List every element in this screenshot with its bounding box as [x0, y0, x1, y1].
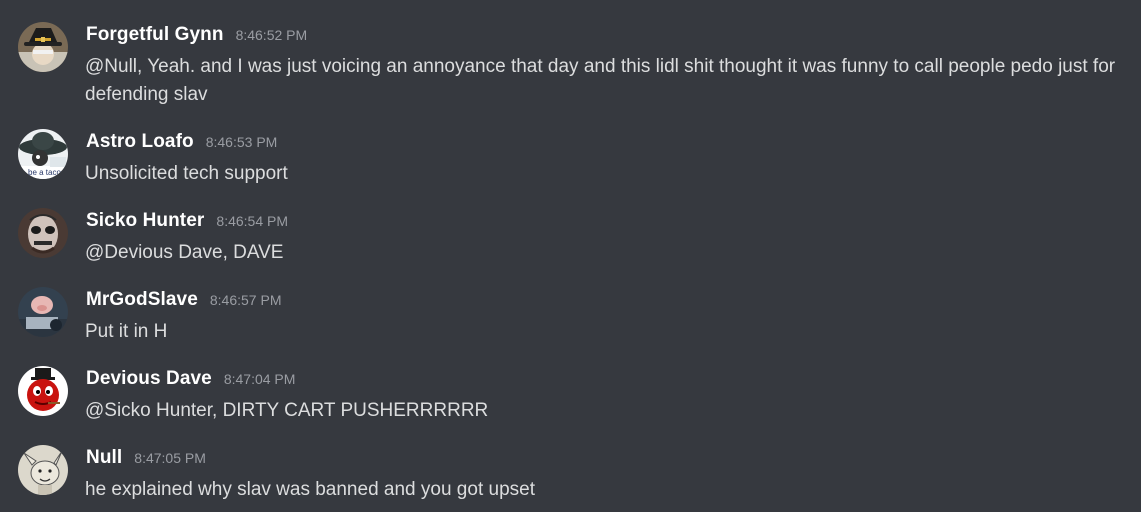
- username[interactable]: MrGodSlave: [86, 289, 198, 310]
- face-paint-avatar-icon[interactable]: [18, 208, 68, 258]
- message-text: @Devious Dave, DAVE: [85, 242, 284, 263]
- sombrero-avatar-icon[interactable]: be a taco: [18, 129, 68, 179]
- pig-avatar-icon[interactable]: [18, 287, 68, 337]
- username[interactable]: Null: [86, 447, 122, 468]
- message-text: @Null, Yeah. and I was just voicing an a…: [85, 56, 1116, 105]
- message-text: Put it in H: [85, 321, 168, 342]
- message-text: Unsolicited tech support: [85, 163, 288, 184]
- username[interactable]: Forgetful Gynn: [86, 24, 224, 45]
- timestamp: 8:46:53 PM: [205, 134, 278, 150]
- cartoon-goat-avatar-icon[interactable]: [18, 445, 68, 495]
- red-devil-avatar-icon[interactable]: [18, 366, 68, 416]
- username[interactable]: Devious Dave: [86, 368, 212, 389]
- timestamp: 8:47:05 PM: [134, 450, 206, 466]
- timestamp: 8:46:52 PM: [235, 27, 308, 43]
- username[interactable]: Astro Loafo: [86, 131, 194, 152]
- witch-hat-avatar-icon[interactable]: [18, 22, 68, 72]
- timestamp: 8:46:57 PM: [209, 292, 282, 308]
- message-text: he explained why slav was banned and you…: [85, 479, 535, 500]
- svg-text:be a taco: be a taco: [28, 168, 61, 177]
- timestamp: 8:47:04 PM: [223, 371, 296, 387]
- timestamp: 8:46:54 PM: [216, 213, 289, 229]
- chat-message-list: Forgetful Gynn 8:46:52 PM @Null, Yeah. an…: [0, 0, 1141, 512]
- message-text: @Sicko Hunter, DIRTY CART PUSHERRRRRR: [85, 400, 489, 421]
- username[interactable]: Sicko Hunter: [86, 210, 204, 231]
